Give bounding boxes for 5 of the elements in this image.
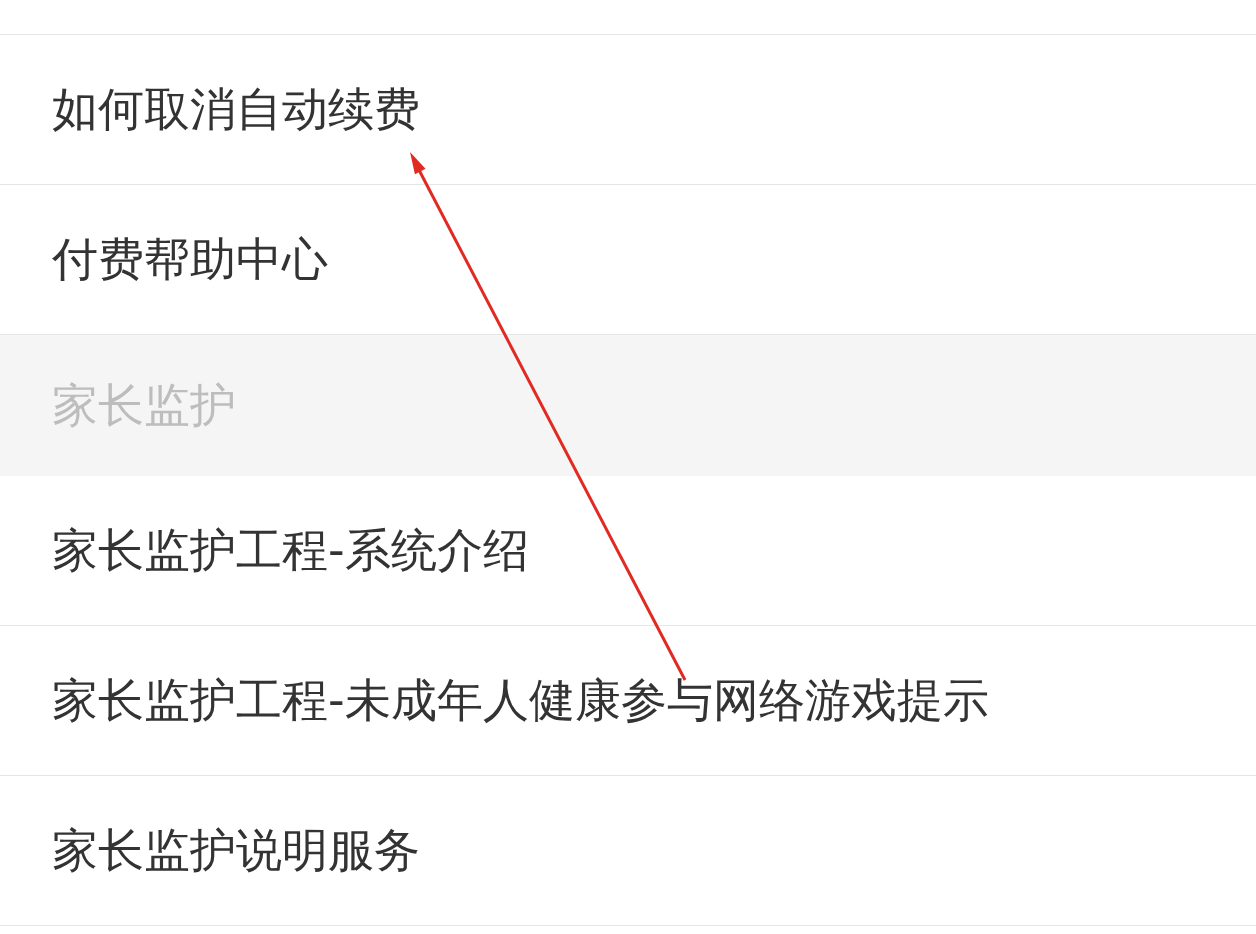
menu-item[interactable]: 如何取消自动续费 [0, 35, 1256, 185]
menu-item[interactable]: 家长监护工程-系统介绍 [0, 476, 1256, 626]
menu-item[interactable]: 家长监护工程-未成年人健康参与网络游戏提示 [0, 626, 1256, 776]
menu-item[interactable]: 家长监护说明服务 [0, 776, 1256, 926]
section-header: 家长监护 [0, 335, 1256, 476]
